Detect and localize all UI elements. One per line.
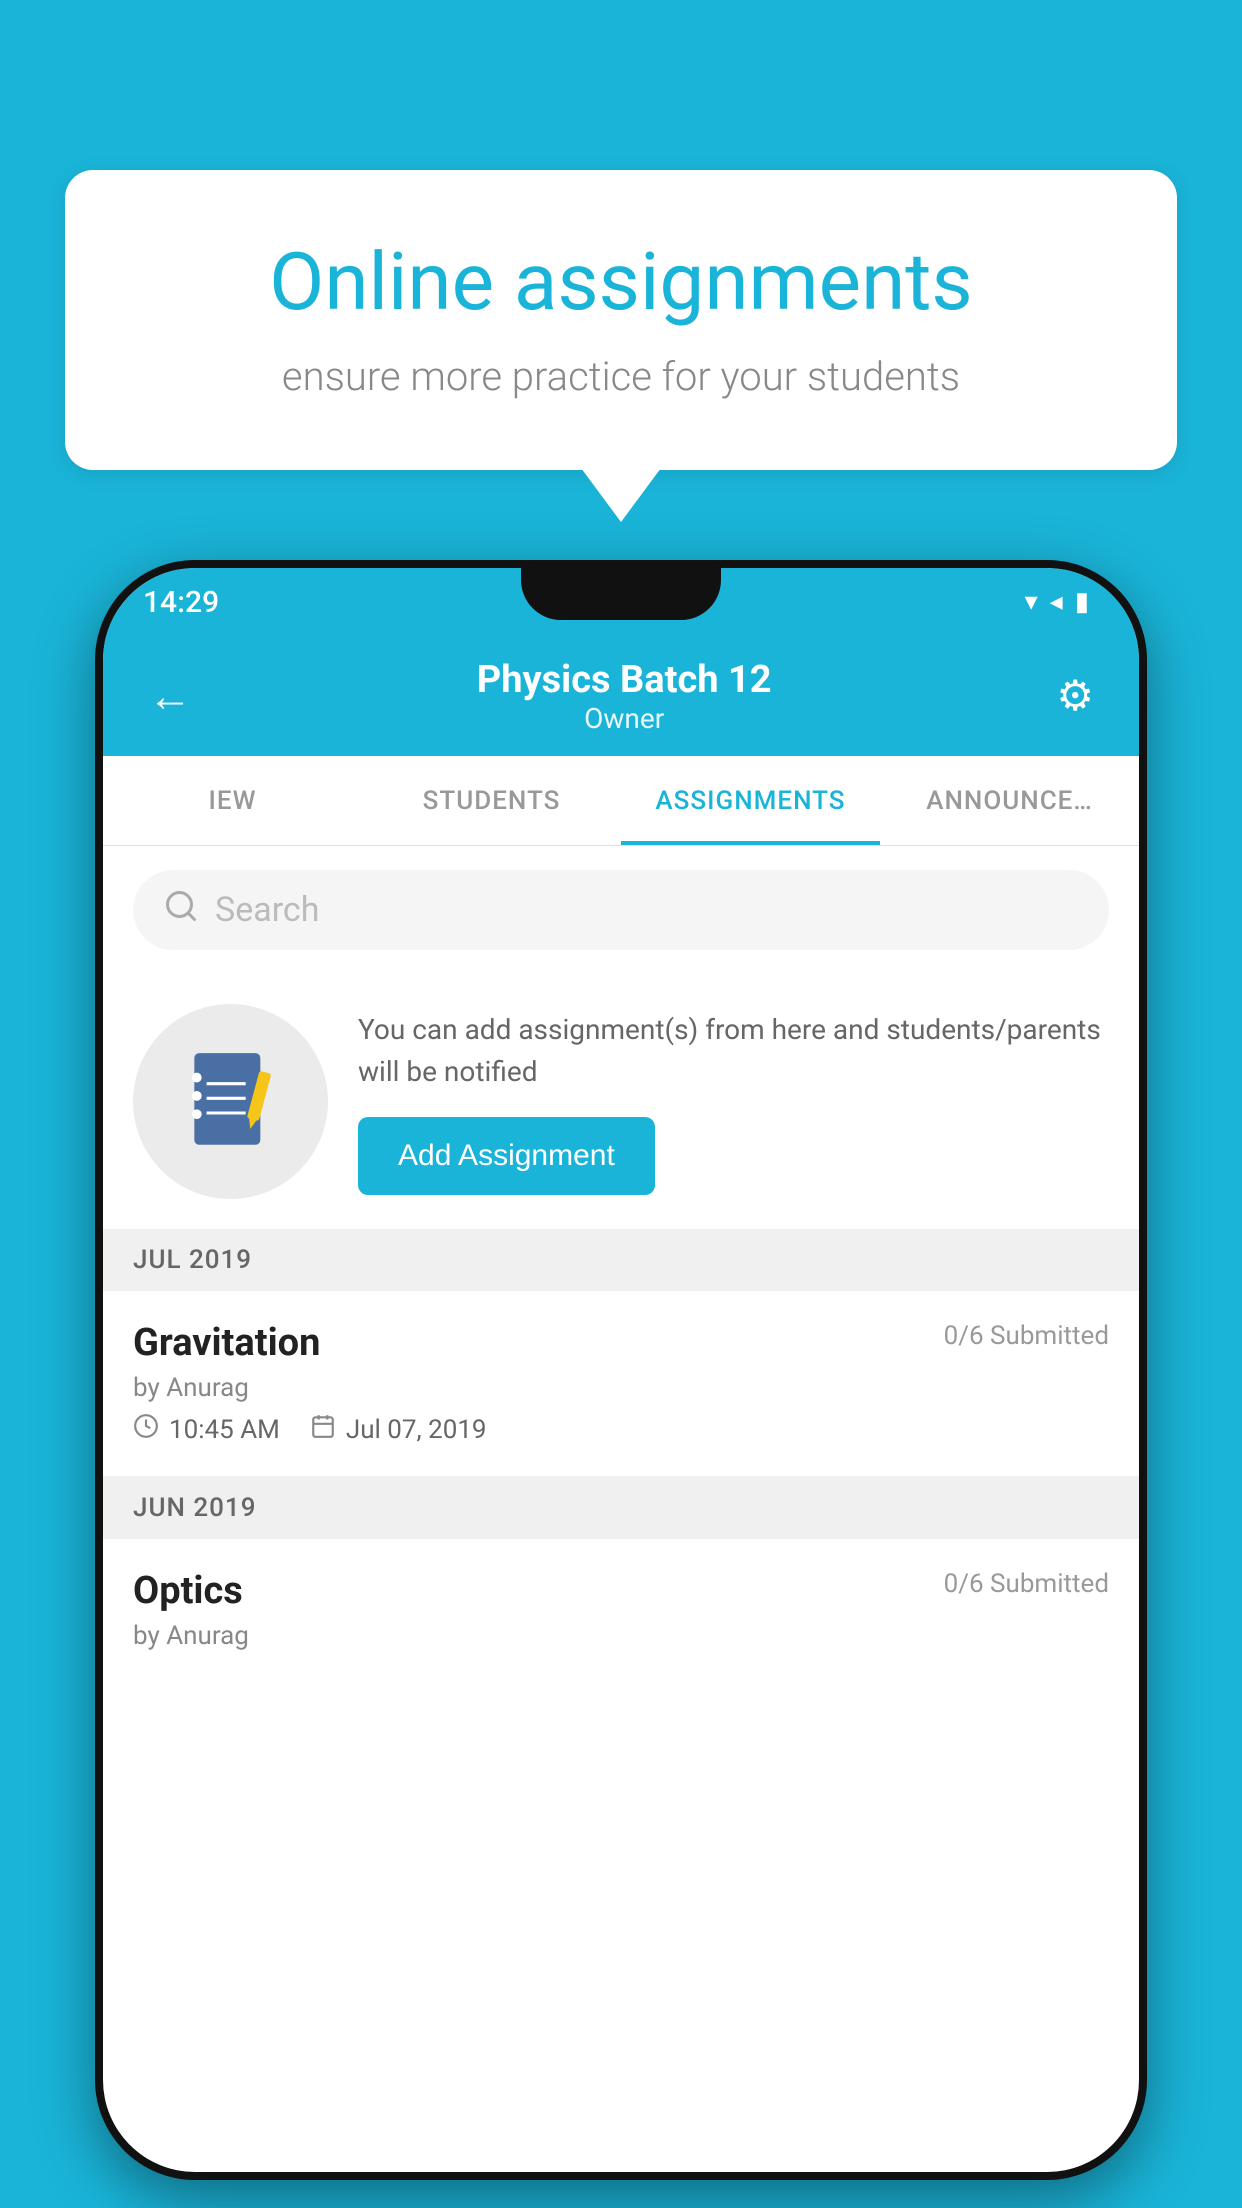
- tab-assignments[interactable]: ASSIGNMENTS: [621, 756, 880, 845]
- assignment-info: You can add assignment(s) from here and …: [358, 1009, 1109, 1195]
- tab-announcements[interactable]: ANNOUNCE…: [880, 756, 1139, 845]
- meta-time-value: 10:45 AM: [169, 1415, 280, 1445]
- settings-icon[interactable]: ⚙: [1056, 671, 1094, 721]
- assignment-name-optics: Optics: [133, 1569, 243, 1613]
- tab-iew[interactable]: IEW: [103, 756, 362, 845]
- assignment-meta-gravitation: 10:45 AM Jul 07, 2019: [133, 1413, 1109, 1446]
- wifi-icon: ▾: [1025, 587, 1038, 617]
- notebook-icon-circle: [133, 1004, 328, 1199]
- app-bar-subtitle: Owner: [477, 702, 772, 735]
- notebook-icon: [181, 1047, 281, 1157]
- search-bar[interactable]: Search: [133, 870, 1109, 950]
- assignment-submitted-gravitation: 0/6 Submitted: [944, 1321, 1109, 1351]
- search-icon: [163, 888, 199, 933]
- battery-icon: ▮: [1075, 587, 1089, 617]
- signal-icon: ◂: [1050, 587, 1063, 617]
- phone-notch: [521, 568, 721, 620]
- tab-assignments-label: ASSIGNMENTS: [655, 786, 845, 816]
- assignment-row-top-optics: Optics 0/6 Submitted: [133, 1569, 1109, 1613]
- calendar-icon: [310, 1413, 336, 1446]
- status-icons: ▾ ◂ ▮: [1025, 587, 1089, 617]
- section-header-jun: JUN 2019: [103, 1477, 1139, 1539]
- promo-subtitle: ensure more practice for your students: [145, 353, 1097, 400]
- assignment-promo: You can add assignment(s) from here and …: [103, 974, 1139, 1229]
- tab-students-label: STUDENTS: [423, 786, 561, 816]
- promo-card: Online assignments ensure more practice …: [65, 170, 1177, 470]
- app-bar-title-container: Physics Batch 12 Owner: [477, 658, 772, 735]
- back-button[interactable]: ←: [148, 670, 192, 722]
- clock-icon: [133, 1413, 159, 1446]
- promo-title: Online assignments: [145, 235, 1097, 329]
- content-area: Search: [103, 846, 1139, 1671]
- assignment-row-top: Gravitation 0/6 Submitted: [133, 1321, 1109, 1365]
- tab-iew-label: IEW: [209, 786, 257, 816]
- app-bar: ← Physics Batch 12 Owner ⚙: [103, 636, 1139, 756]
- app-bar-title: Physics Batch 12: [477, 658, 772, 702]
- assignment-submitted-optics: 0/6 Submitted: [944, 1569, 1109, 1599]
- tabs-bar: IEW STUDENTS ASSIGNMENTS ANNOUNCE…: [103, 756, 1139, 846]
- phone-frame: 14:29 ▾ ◂ ▮ ← Physics Batch 12 Owner ⚙ I…: [95, 560, 1147, 2180]
- meta-date-value: Jul 07, 2019: [346, 1415, 487, 1445]
- section-header-jul: JUL 2019: [103, 1229, 1139, 1291]
- tab-announcements-label: ANNOUNCE…: [926, 786, 1093, 816]
- meta-time: 10:45 AM: [133, 1413, 280, 1446]
- assignment-row-gravitation[interactable]: Gravitation 0/6 Submitted by Anurag 10:4…: [103, 1291, 1139, 1477]
- phone-screen: 14:29 ▾ ◂ ▮ ← Physics Batch 12 Owner ⚙ I…: [103, 568, 1139, 2172]
- assignment-author-gravitation: by Anurag: [133, 1373, 1109, 1403]
- search-placeholder: Search: [215, 890, 319, 930]
- section-header-jun-label: JUN 2019: [133, 1493, 256, 1523]
- meta-date: Jul 07, 2019: [310, 1413, 487, 1446]
- assignment-author-optics: by Anurag: [133, 1621, 1109, 1651]
- add-assignment-button[interactable]: Add Assignment: [358, 1117, 655, 1195]
- assignment-row-optics[interactable]: Optics 0/6 Submitted by Anurag: [103, 1539, 1139, 1671]
- tab-students[interactable]: STUDENTS: [362, 756, 621, 845]
- assignment-info-text: You can add assignment(s) from here and …: [358, 1009, 1109, 1093]
- assignment-name-gravitation: Gravitation: [133, 1321, 320, 1365]
- status-time: 14:29: [143, 585, 219, 620]
- section-header-jul-label: JUL 2019: [133, 1245, 252, 1275]
